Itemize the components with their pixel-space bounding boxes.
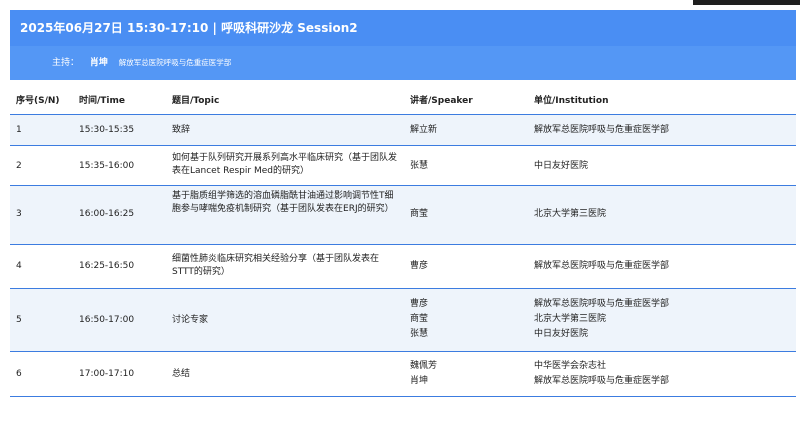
- row-speaker: 商莹: [410, 314, 429, 324]
- row-sn: 4: [16, 261, 22, 271]
- window-topbar-fragment: [693, 0, 800, 5]
- col-topic: 题目/Topic: [172, 96, 220, 106]
- row-time: 15:35-16:00: [79, 161, 135, 171]
- row-time: 16:25-16:50: [79, 261, 135, 271]
- row-sn: 2: [16, 161, 22, 171]
- host-name: 肖坤: [89, 58, 108, 68]
- row-institution: 解放军总医院呼吸与危重症医学部: [534, 125, 670, 135]
- agenda-table: 序号(S/N) 时间/Time 题目/Topic 讲者/Speaker 单位/I…: [10, 82, 796, 397]
- row-sn: 5: [16, 315, 22, 325]
- row-institutions: 中华医学会杂志社 解放军总医院呼吸与危重症医学部: [534, 360, 669, 390]
- row-speakers: 曹彦 商莹 张慧: [410, 298, 428, 343]
- row-sn: 3: [16, 209, 22, 219]
- row-institution: 中华医学会杂志社: [534, 361, 607, 371]
- row-topic: 细菌性肺炎临床研究相关经验分享（基于团队发表在STTT的研究）: [172, 254, 380, 277]
- col-time: 时间/Time: [79, 96, 125, 106]
- host-bar: 主持： 肖坤 解放军总医院呼吸与危重症医学部: [10, 46, 796, 80]
- row-topic: 基于脂质组学筛选的溶血磷脂酰甘油通过影响调节性T细胞参与哮喘免疫机制研究（基于团…: [172, 191, 394, 214]
- row-institution: 中日友好医院: [534, 161, 589, 171]
- col-speaker: 讲者/Speaker: [410, 96, 473, 106]
- row-speaker: 张慧: [410, 329, 429, 339]
- row-speakers: 魏佩芳 肖坤: [410, 360, 437, 390]
- col-sn: 序号(S/N): [16, 96, 60, 106]
- row-sn: 6: [16, 369, 22, 379]
- row-speaker: 商莹: [410, 209, 429, 219]
- row-speaker: 张慧: [410, 161, 429, 171]
- row-institutions: 解放军总医院呼吸与危重症医学部 北京大学第三医院 中日友好医院: [534, 298, 669, 343]
- table-row: 4 16:25-16:50 细菌性肺炎临床研究相关经验分享（基于团队发表在STT…: [10, 245, 796, 289]
- host-institution: 解放军总医院呼吸与危重症医学部: [118, 58, 232, 67]
- row-time: 15:30-15:35: [79, 125, 135, 135]
- table-row: 6 17:00-17:10 总结 魏佩芳 肖坤 中华医学会杂志社 解放军总医院呼…: [10, 352, 796, 397]
- row-time: 16:50-17:00: [79, 315, 135, 325]
- table-row: 1 15:30-15:35 致辞 解立新 解放军总医院呼吸与危重症医学部: [10, 115, 796, 146]
- host-label: 主持：: [52, 58, 80, 68]
- row-speaker: 曹彦: [410, 261, 429, 271]
- row-institution: 中日友好医院: [534, 329, 589, 339]
- table-row: 3 16:00-16:25 基于脂质组学筛选的溶血磷脂酰甘油通过影响调节性T细胞…: [10, 186, 796, 245]
- row-institution: 解放军总医院呼吸与危重症医学部: [534, 299, 670, 309]
- table-header: 序号(S/N) 时间/Time 题目/Topic 讲者/Speaker 单位/I…: [10, 82, 796, 115]
- table-row: 2 15:35-16:00 如何基于队列研究开展系列高水平临床研究（基于团队发表…: [10, 146, 796, 186]
- row-speaker: 曹彦: [410, 299, 429, 309]
- row-speaker: 解立新: [410, 125, 438, 135]
- row-time: 17:00-17:10: [79, 369, 135, 379]
- row-sn: 1: [16, 125, 22, 135]
- row-institution: 解放军总医院呼吸与危重症医学部: [534, 376, 670, 386]
- table-row: 5 16:50-17:00 讨论专家 曹彦 商莹 张慧 解放军总医院呼吸与危重症…: [10, 289, 796, 352]
- col-institution: 单位/Institution: [534, 96, 609, 106]
- row-topic: 致辞: [172, 125, 191, 135]
- row-topic: 讨论专家: [172, 315, 209, 325]
- row-speaker: 魏佩芳: [410, 361, 438, 371]
- row-institution: 解放军总医院呼吸与危重症医学部: [534, 261, 670, 271]
- row-topic: 总结: [172, 369, 191, 379]
- row-time: 16:00-16:25: [79, 209, 135, 219]
- row-institution: 北京大学第三医院: [534, 209, 607, 219]
- row-speaker: 肖坤: [410, 376, 429, 386]
- session-header: 2025年06月27日 15:30-17:10 | 呼吸科研沙龙 Session…: [10, 10, 796, 80]
- row-institution: 北京大学第三医院: [534, 314, 607, 324]
- session-title: 2025年06月27日 15:30-17:10 | 呼吸科研沙龙 Session…: [10, 10, 796, 46]
- row-topic: 如何基于队列研究开展系列高水平临床研究（基于团队发表在Lancet Respir…: [172, 153, 398, 176]
